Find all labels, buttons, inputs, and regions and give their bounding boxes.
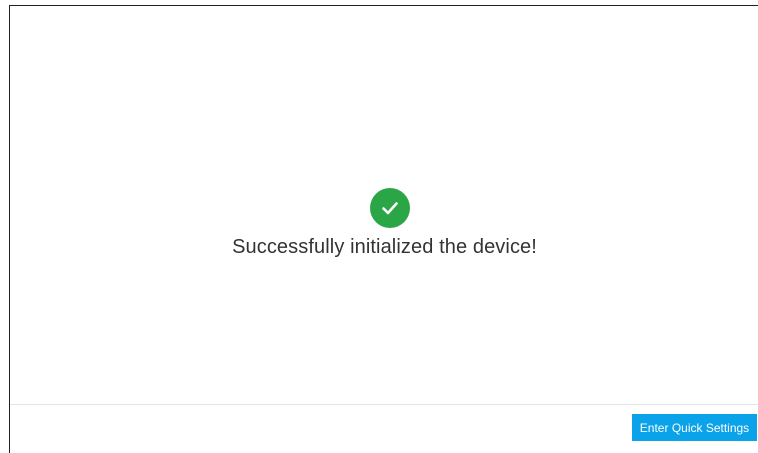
init-result-panel: Successfully initialized the device! Ent… (9, 5, 758, 453)
footer-bar: Enter Quick Settings (10, 405, 758, 449)
check-mark-icon (382, 202, 398, 215)
enter-quick-settings-button[interactable]: Enter Quick Settings (632, 414, 757, 441)
success-check-icon (370, 188, 410, 228)
success-message: Successfully initialized the device! (232, 236, 537, 258)
content-area: Successfully initialized the device! (10, 6, 758, 404)
